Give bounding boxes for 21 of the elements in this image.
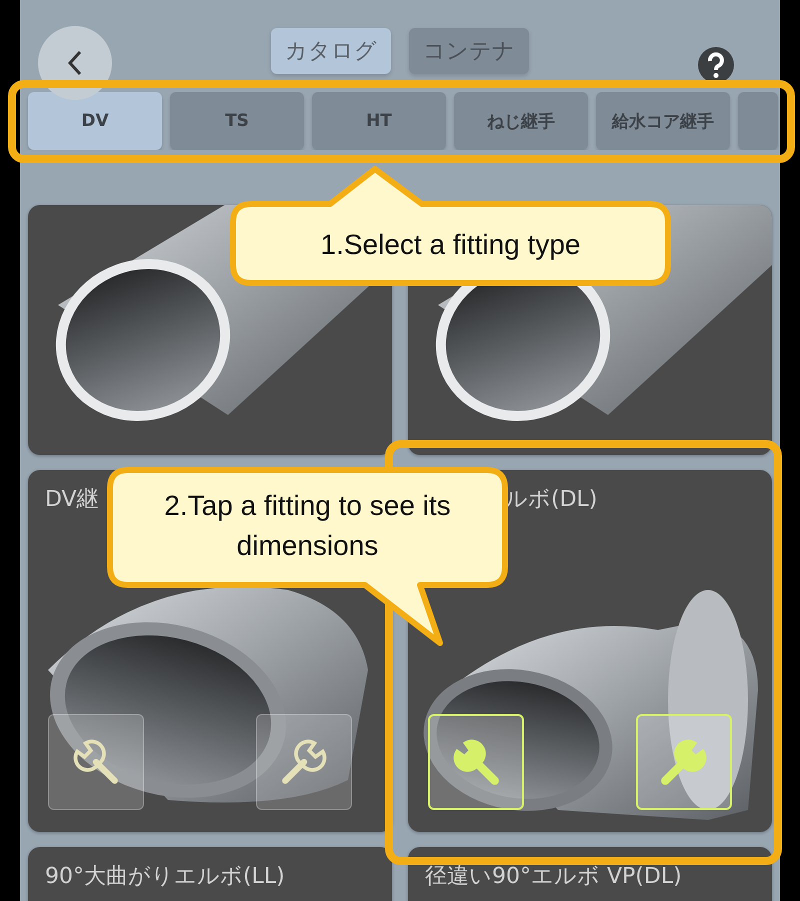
fitting-title: DV継	[45, 486, 99, 514]
segment-tab[interactable]: カタログ	[271, 28, 391, 74]
wrench-icon	[279, 737, 329, 787]
chevron-left-icon	[67, 50, 83, 76]
wrench-icon	[659, 737, 709, 787]
wrench-icon	[71, 737, 121, 787]
help-icon[interactable]	[698, 47, 734, 83]
fitting-type-tab[interactable]: 給水コア継手	[596, 92, 730, 150]
callout: 1.Select a fitting type	[230, 166, 671, 286]
fitting-type-tab[interactable]: TS	[170, 92, 304, 150]
segment-tab[interactable]: コンテナ	[409, 28, 529, 74]
fitting-title: 径違い90°エルボ VP(DL)	[425, 863, 682, 891]
fitting-type-tab[interactable]: DV	[28, 92, 162, 150]
fitting-title: ルボ(DL)	[505, 486, 598, 514]
fitting-type-tab[interactable]: HT	[312, 92, 446, 150]
callout: 2.Tap a fitting to see its dimensions	[107, 467, 508, 647]
wrench-button[interactable]	[636, 714, 732, 810]
fitting-title: 90°大曲がりエルボ(LL)	[45, 863, 285, 891]
wrench-icon	[451, 737, 501, 787]
fitting-type-tab[interactable]: ねじ継手	[454, 92, 588, 150]
wrench-button[interactable]	[428, 714, 524, 810]
